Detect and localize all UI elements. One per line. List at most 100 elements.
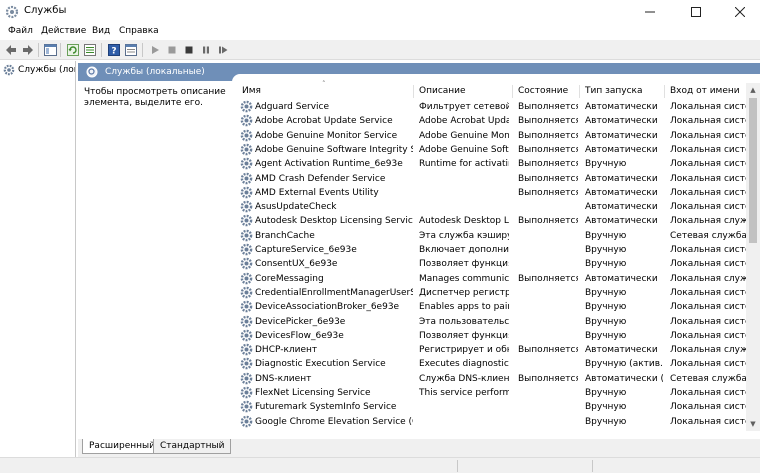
tab-standard[interactable]: Стандартный — [153, 439, 232, 454]
service-log-on-as: Локальная систе... — [670, 144, 748, 155]
service-startup-type: Вручную — [585, 230, 627, 241]
scroll-up-button[interactable]: ▲ — [746, 83, 760, 97]
toolbar-separator — [142, 43, 143, 57]
service-startup-type: Автоматически — [585, 202, 658, 213]
service-row[interactable]: DNS-клиент Служба DNS-клиен... Выполняется… — [238, 372, 748, 386]
service-row[interactable]: Agent Activation Runtime_6e93e Runtime fo… — [238, 157, 748, 171]
service-row[interactable]: CredentialEnrollmentManagerUserSvc... Дис… — [238, 286, 748, 300]
service-row[interactable]: BranchCache Эта служба кэширу... Вручную Се… — [238, 229, 748, 243]
service-row[interactable]: ConsentUX_6e93e Позволяет функция... Вручн… — [238, 257, 748, 271]
menu-file[interactable]: Файл — [8, 26, 33, 36]
service-row[interactable]: Adguard Service Фильтрует сетевой ... Выпо… — [238, 100, 748, 114]
service-description: Эта пользовательск... — [419, 316, 509, 327]
gear-icon — [240, 172, 253, 184]
service-row[interactable]: FlexNet Licensing Service This service pe… — [238, 386, 748, 400]
nav-item-local-services[interactable]: Службы (локальные) — [3, 64, 75, 76]
close-button[interactable] — [718, 0, 760, 23]
stop-service-button-2[interactable] — [182, 43, 196, 57]
service-log-on-as: Локальная систе... — [670, 302, 748, 313]
service-row[interactable]: Adobe Acrobat Update Service Adobe Acroba… — [238, 114, 748, 128]
service-row[interactable]: CoreMessaging Manages communic... Выполняе… — [238, 272, 748, 286]
refresh-button[interactable] — [66, 43, 80, 57]
scroll-down-button[interactable]: ▼ — [746, 417, 760, 431]
gear-icon — [240, 114, 253, 127]
service-startup-type: Автоматически — [585, 102, 658, 112]
svg-text:?: ? — [111, 47, 116, 57]
minimize-button[interactable] — [628, 0, 672, 23]
back-arrow-icon — [6, 45, 16, 55]
service-startup-type: Автоматически — [585, 130, 658, 141]
restart-icon — [219, 46, 228, 54]
magnifier-icon — [86, 66, 98, 78]
vertical-scrollbar[interactable]: ▲ ▼ — [746, 83, 760, 431]
column-divider[interactable] — [413, 85, 414, 98]
stop-icon — [168, 46, 176, 54]
service-status: Выполняется — [518, 144, 578, 155]
show-hide-console-tree-button[interactable] — [43, 43, 57, 57]
pause-service-button[interactable] — [199, 43, 213, 57]
service-log-on-as: Локальная систе... — [670, 388, 748, 398]
column-header-name[interactable]: Имя — [242, 86, 261, 96]
service-name: Adobe Acrobat Update Service — [255, 116, 393, 127]
service-row[interactable]: Adobe Genuine Monitor Service Adobe Genui… — [238, 129, 748, 143]
stop-service-button[interactable] — [165, 43, 179, 57]
service-startup-type: Автоматически — [585, 187, 658, 198]
status-divider — [592, 460, 593, 472]
services-list: Adguard Service Фильтрует сетевой ... Выпо… — [238, 100, 748, 430]
maximize-button[interactable] — [674, 0, 718, 23]
service-row[interactable]: Autodesk Desktop Licensing Service Autode… — [238, 214, 748, 228]
service-row[interactable]: Diagnostic Execution Service Executes dia… — [238, 357, 748, 371]
menu-help[interactable]: Справка — [119, 26, 159, 36]
service-startup-type: Автоматически — [585, 116, 658, 127]
service-row[interactable]: AMD Crash Defender Service Выполняется Авт… — [238, 172, 748, 186]
help-button[interactable]: ? — [107, 43, 121, 57]
service-name: Adobe Genuine Monitor Service — [255, 130, 398, 141]
scroll-thumb[interactable] — [749, 98, 757, 243]
service-description: Регистрирует и обн... — [419, 345, 509, 356]
service-row[interactable]: DevicesFlow_6e93e Позволяет функция... Вру… — [238, 329, 748, 343]
service-row[interactable]: DHCP-клиент Регистрирует и обн... Выполняе… — [238, 343, 748, 357]
service-description: Manages communic... — [419, 273, 509, 284]
maximize-icon — [691, 6, 701, 17]
service-row[interactable]: Futuremark SystemInfo Service Вручную Лока… — [238, 400, 748, 414]
gear-icon — [240, 358, 253, 370]
menu-view[interactable]: Вид — [92, 26, 110, 36]
service-log-on-as: Сетевая служба — [670, 230, 747, 241]
column-divider[interactable] — [579, 85, 580, 98]
window-title: Службы — [24, 5, 67, 16]
column-header-log-on-as[interactable]: Вход от имени — [670, 86, 740, 96]
service-status: Выполняется — [518, 273, 578, 284]
column-header-startup-type[interactable]: Тип запуска — [585, 86, 643, 96]
service-log-on-as: Локальная систе... — [670, 330, 748, 341]
restart-service-button[interactable] — [216, 43, 230, 57]
service-name: Agent Activation Runtime_6e93e — [255, 159, 403, 170]
service-description: Autodesk Desktop Li... — [419, 216, 509, 227]
back-button[interactable] — [4, 43, 18, 57]
service-row[interactable]: AMD External Events Utility Выполняется Ав… — [238, 186, 748, 200]
service-name: FlexNet Licensing Service — [255, 388, 371, 398]
service-row[interactable]: Adobe Genuine Software Integrity Ser... A… — [238, 143, 748, 157]
export-list-button[interactable] — [83, 43, 97, 57]
gear-icon — [240, 229, 253, 241]
service-description: Runtime for activatin... — [419, 159, 509, 170]
service-startup-type: Вручную — [585, 287, 627, 298]
column-header-description[interactable]: Описание — [419, 86, 466, 96]
service-row[interactable]: CaptureService_6e93e Включает дополнит...… — [238, 243, 748, 257]
service-startup-type: Автоматически — [585, 173, 658, 184]
service-name: ConsentUX_6e93e — [255, 259, 338, 270]
start-service-button[interactable] — [148, 43, 162, 57]
properties-button[interactable] — [124, 43, 138, 57]
service-log-on-as: Локальная систе... — [670, 173, 748, 184]
service-name: BranchCache — [255, 230, 315, 241]
service-row[interactable]: DeviceAssociationBroker_6e93e Enables app… — [238, 300, 748, 314]
tab-extended[interactable]: Расширенный — [82, 439, 162, 454]
column-divider[interactable] — [512, 85, 513, 98]
menu-action[interactable]: Действие — [41, 26, 86, 36]
service-row[interactable]: AsusUpdateCheck Автоматически Локальная си… — [238, 200, 748, 214]
service-name: Google Chrome Elevation Service (Go... — [255, 416, 413, 427]
column-divider[interactable] — [664, 85, 665, 98]
forward-button[interactable] — [21, 43, 35, 57]
service-row[interactable]: DevicePicker_6e93e Эта пользовательск... В… — [238, 315, 748, 329]
column-header-status[interactable]: Состояние — [518, 86, 568, 96]
service-row[interactable]: Google Chrome Elevation Service (Go... Вр… — [238, 415, 748, 429]
